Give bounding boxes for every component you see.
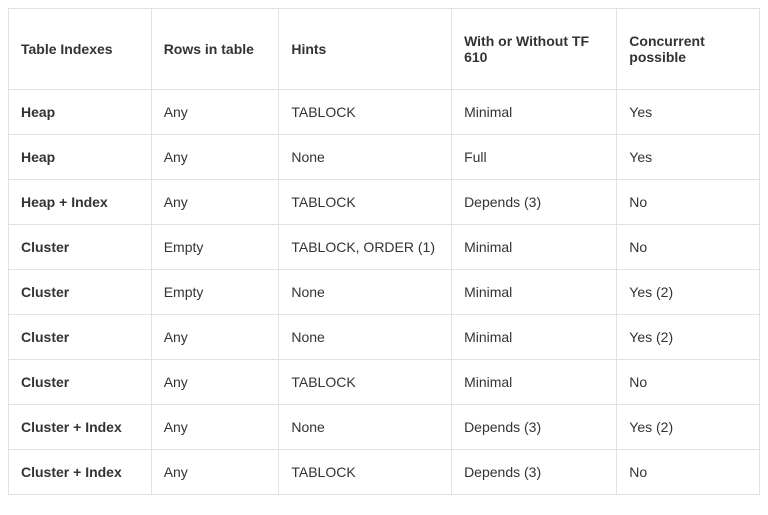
table-row: Cluster Empty TABLOCK, ORDER (1) Minimal… [9,225,760,270]
cell-hints: TABLOCK, ORDER (1) [279,225,452,270]
cell-hints: None [279,405,452,450]
cell-table-indexes: Cluster [9,315,152,360]
logging-options-table: Table Indexes Rows in table Hints With o… [8,8,760,495]
cell-tf610: Full [452,135,617,180]
cell-tf610: Depends (3) [452,450,617,495]
cell-rows-in-table: Any [151,315,279,360]
cell-rows-in-table: Any [151,90,279,135]
cell-hints: None [279,135,452,180]
cell-table-indexes: Heap [9,90,152,135]
col-header-table-indexes: Table Indexes [9,9,152,90]
cell-rows-in-table: Any [151,135,279,180]
table-row: Cluster + Index Any TABLOCK Depends (3) … [9,450,760,495]
table-row: Heap Any TABLOCK Minimal Yes [9,90,760,135]
cell-concurrent: Yes [617,135,760,180]
cell-concurrent: No [617,450,760,495]
cell-tf610: Depends (3) [452,405,617,450]
table-row: Cluster Empty None Minimal Yes (2) [9,270,760,315]
cell-tf610: Depends (3) [452,180,617,225]
cell-rows-in-table: Empty [151,270,279,315]
cell-table-indexes: Cluster [9,360,152,405]
cell-concurrent: Yes [617,90,760,135]
cell-rows-in-table: Any [151,405,279,450]
table-row: Cluster Any None Minimal Yes (2) [9,315,760,360]
cell-table-indexes: Heap [9,135,152,180]
col-header-rows-in-table: Rows in table [151,9,279,90]
col-header-hints: Hints [279,9,452,90]
cell-table-indexes: Cluster + Index [9,405,152,450]
col-header-concurrent: Concurrent possible [617,9,760,90]
cell-tf610: Minimal [452,90,617,135]
cell-rows-in-table: Any [151,360,279,405]
cell-tf610: Minimal [452,270,617,315]
cell-table-indexes: Cluster + Index [9,450,152,495]
cell-concurrent: Yes (2) [617,405,760,450]
cell-hints: TABLOCK [279,450,452,495]
cell-concurrent: Yes (2) [617,270,760,315]
col-header-tf610: With or Without TF 610 [452,9,617,90]
table-row: Heap Any None Full Yes [9,135,760,180]
cell-rows-in-table: Empty [151,225,279,270]
cell-hints: None [279,270,452,315]
cell-table-indexes: Cluster [9,270,152,315]
cell-concurrent: Yes (2) [617,315,760,360]
cell-hints: TABLOCK [279,180,452,225]
cell-hints: TABLOCK [279,90,452,135]
table-row: Cluster + Index Any None Depends (3) Yes… [9,405,760,450]
cell-concurrent: No [617,225,760,270]
cell-rows-in-table: Any [151,450,279,495]
cell-table-indexes: Heap + Index [9,180,152,225]
cell-tf610: Minimal [452,225,617,270]
table-row: Heap + Index Any TABLOCK Depends (3) No [9,180,760,225]
cell-hints: None [279,315,452,360]
cell-tf610: Minimal [452,315,617,360]
table-header-row: Table Indexes Rows in table Hints With o… [9,9,760,90]
cell-concurrent: No [617,180,760,225]
table-row: Cluster Any TABLOCK Minimal No [9,360,760,405]
cell-tf610: Minimal [452,360,617,405]
cell-rows-in-table: Any [151,180,279,225]
cell-table-indexes: Cluster [9,225,152,270]
cell-hints: TABLOCK [279,360,452,405]
cell-concurrent: No [617,360,760,405]
